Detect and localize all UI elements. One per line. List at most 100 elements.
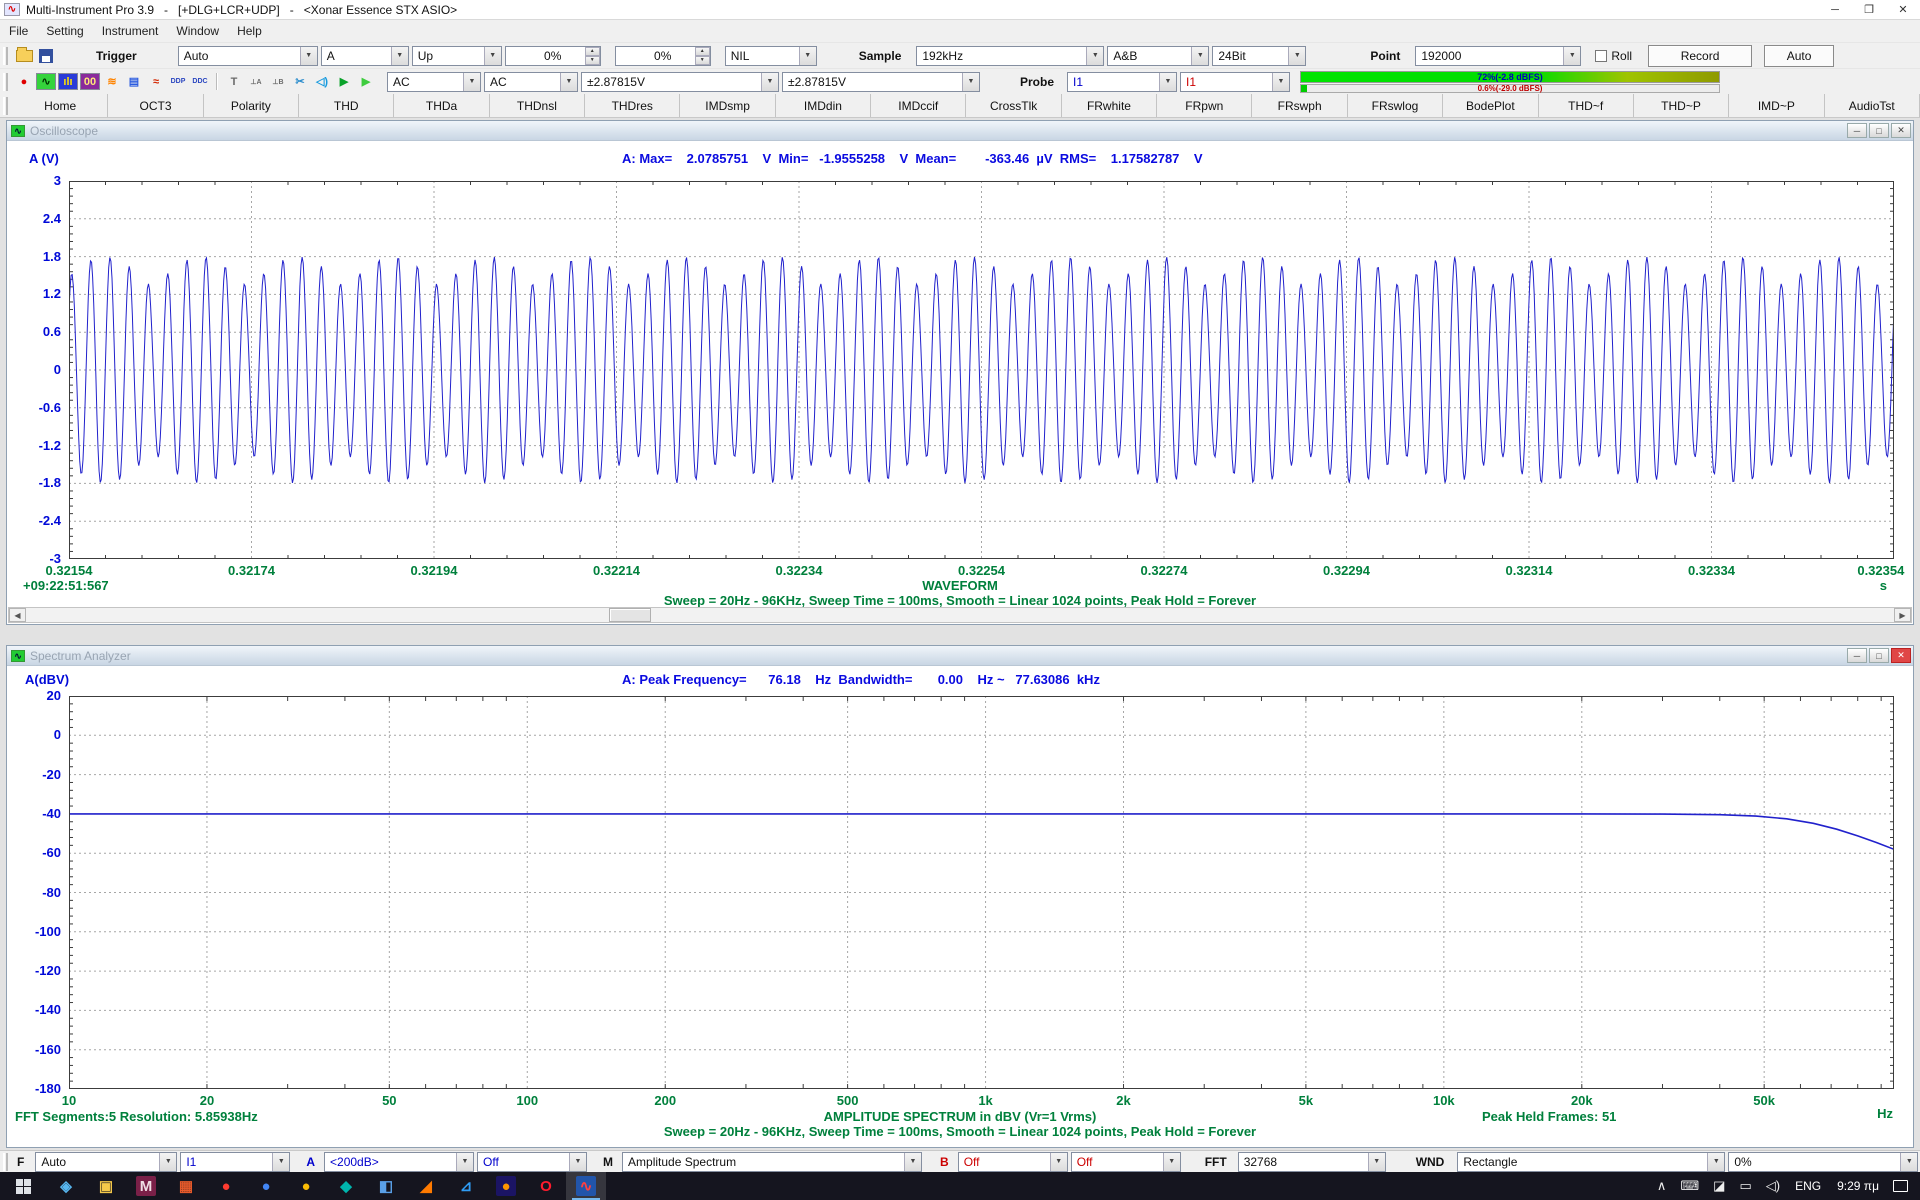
- tab-crosstlk[interactable]: CrossTlk: [966, 94, 1061, 117]
- oscilloscope-titlebar[interactable]: ∿ Oscilloscope ─ □ ✕: [7, 121, 1913, 141]
- pinned-app-icon-3[interactable]: M: [126, 1172, 166, 1200]
- scrollbar-thumb[interactable]: [609, 608, 651, 622]
- scroll-left-icon[interactable]: ◀: [9, 608, 26, 622]
- app-close-button[interactable]: ✕: [1886, 0, 1920, 19]
- trigger-mode-select[interactable]: Auto▼: [178, 46, 318, 66]
- menu-instrument[interactable]: Instrument: [93, 20, 168, 42]
- range-b-select[interactable]: ±2.87815V▼: [782, 72, 980, 92]
- auto-scale-button[interactable]: Auto: [1764, 45, 1834, 67]
- dropdown-arrow-icon[interactable]: ▼: [391, 47, 408, 65]
- spectrum-3d-plot-icon[interactable]: ▤: [124, 73, 144, 90]
- scroll-right-icon[interactable]: ▶: [1894, 608, 1911, 622]
- range-a-select[interactable]: ±2.87815V▼: [581, 72, 779, 92]
- oscilloscope-minimize-button[interactable]: ─: [1847, 123, 1867, 138]
- dropdown-arrow-icon[interactable]: ▼: [1707, 1153, 1724, 1171]
- trigger-source-select[interactable]: A▼: [321, 46, 409, 66]
- fft-size-select[interactable]: 32768▼: [1238, 1152, 1386, 1172]
- app-minimize-button[interactable]: ─: [1818, 0, 1852, 19]
- opera-icon[interactable]: O: [526, 1172, 566, 1200]
- tray-chevron-up-icon[interactable]: ∧: [1650, 1178, 1674, 1194]
- record-indicator-icon[interactable]: ●: [14, 73, 34, 90]
- multi-instrument-taskbar-icon[interactable]: ∿: [566, 1172, 606, 1200]
- frequency-axis-select[interactable]: Auto▼: [35, 1152, 177, 1172]
- channel-a-range-select[interactable]: <200dB>▼: [324, 1152, 474, 1172]
- dropdown-arrow-icon[interactable]: ▼: [761, 73, 778, 91]
- tab-bodeplot[interactable]: BodePlot: [1443, 94, 1538, 117]
- dropdown-arrow-icon[interactable]: ▼: [1086, 47, 1103, 65]
- dropdown-arrow-icon[interactable]: ▼: [456, 1153, 473, 1171]
- dropdown-arrow-icon[interactable]: ▼: [1163, 1153, 1180, 1171]
- tab-thdres[interactable]: THDres: [585, 94, 680, 117]
- marker-b-icon[interactable]: ⊥B: [268, 73, 288, 90]
- tab-audiotst[interactable]: AudioTst: [1825, 94, 1920, 117]
- pinned-app-icon-9[interactable]: ◧: [366, 1172, 406, 1200]
- spectrum-analyzer-icon[interactable]: ılı: [58, 73, 78, 90]
- record-button[interactable]: Record: [1648, 45, 1752, 67]
- stepper-down-icon[interactable]: ▼: [695, 56, 710, 65]
- language-indicator[interactable]: ENG: [1787, 1179, 1829, 1193]
- trigger-delay-stepper[interactable]: 0%▲▼: [615, 46, 711, 66]
- vscode-icon[interactable]: ⊿: [446, 1172, 486, 1200]
- data-curve-icon[interactable]: ≈: [146, 73, 166, 90]
- stepper-down-icon[interactable]: ▼: [585, 56, 600, 65]
- open-file-icon[interactable]: [16, 50, 33, 62]
- tab-imdccif[interactable]: IMDccif: [871, 94, 966, 117]
- oscilloscope-close-button[interactable]: ✕: [1891, 123, 1911, 138]
- probe-select[interactable]: I1▼: [180, 1152, 290, 1172]
- roll-checkbox-box[interactable]: [1595, 50, 1607, 62]
- pinned-app-icon-6[interactable]: ●: [246, 1172, 286, 1200]
- multimeter-icon[interactable]: 00: [80, 73, 100, 90]
- toolbar-grip[interactable]: [3, 97, 8, 115]
- run-icon[interactable]: ▶: [356, 73, 376, 90]
- stepper-up-icon[interactable]: ▲: [585, 47, 600, 56]
- dropdown-arrow-icon[interactable]: ▼: [1272, 73, 1289, 91]
- dropdown-arrow-icon[interactable]: ▼: [799, 47, 816, 65]
- dropdown-arrow-icon[interactable]: ▼: [904, 1153, 921, 1171]
- channel-a-extra-select[interactable]: Off▼: [477, 1152, 587, 1172]
- trigger-hpf-select[interactable]: NIL▼: [725, 46, 817, 66]
- tab-imddin[interactable]: IMDdin: [776, 94, 871, 117]
- clock[interactable]: 9:29 πμ: [1829, 1179, 1887, 1193]
- tab-imdsmp[interactable]: IMDsmp: [680, 94, 775, 117]
- spectrum-plot-area[interactable]: [69, 696, 1894, 1089]
- spectrum-maximize-button[interactable]: □: [1869, 648, 1889, 663]
- toolbar-grip[interactable]: [3, 47, 8, 65]
- ddp-viewer-icon[interactable]: DDP: [168, 73, 188, 90]
- dropdown-arrow-icon[interactable]: ▼: [300, 47, 317, 65]
- dropdown-arrow-icon[interactable]: ▼: [560, 73, 577, 91]
- analysis-mode-select[interactable]: Amplitude Spectrum▼: [622, 1152, 922, 1172]
- dropdown-arrow-icon[interactable]: ▼: [272, 1153, 289, 1171]
- tab-thdf[interactable]: THD~f: [1539, 94, 1634, 117]
- dropdown-arrow-icon[interactable]: ▼: [1563, 47, 1580, 65]
- dropdown-arrow-icon[interactable]: ▼: [962, 73, 979, 91]
- tray-network-icon[interactable]: ▭: [1732, 1178, 1758, 1194]
- record-length-select[interactable]: 192000▼: [1415, 46, 1581, 66]
- tray-graphics-icon[interactable]: ◪: [1706, 1178, 1732, 1194]
- start-button[interactable]: [0, 1172, 46, 1200]
- tab-oct3[interactable]: OCT3: [108, 94, 203, 117]
- dropdown-arrow-icon[interactable]: ▼: [463, 73, 480, 91]
- menu-setting[interactable]: Setting: [37, 20, 92, 42]
- menu-file[interactable]: File: [0, 20, 37, 42]
- window-function-select[interactable]: Rectangle▼: [1457, 1152, 1725, 1172]
- sampling-bits-select[interactable]: 24Bit▼: [1212, 46, 1306, 66]
- tray-touch-keyboard-icon[interactable]: ⌨: [1673, 1178, 1706, 1194]
- tab-imdp[interactable]: IMD~P: [1729, 94, 1824, 117]
- overlap-select[interactable]: 0%▼: [1728, 1152, 1918, 1172]
- pinned-app-icon-10[interactable]: ◢: [406, 1172, 446, 1200]
- dropdown-arrow-icon[interactable]: ▼: [569, 1153, 586, 1171]
- oscilloscope-hscrollbar[interactable]: ◀ ▶: [8, 607, 1912, 623]
- dropdown-arrow-icon[interactable]: ▼: [1159, 73, 1176, 91]
- tab-frpwn[interactable]: FRpwn: [1157, 94, 1252, 117]
- spectrum-minimize-button[interactable]: ─: [1847, 648, 1867, 663]
- action-center-icon[interactable]: [1893, 1180, 1908, 1192]
- tab-frwhite[interactable]: FRwhite: [1062, 94, 1157, 117]
- play-icon[interactable]: ▶: [334, 73, 354, 90]
- tab-polarity[interactable]: Polarity: [204, 94, 299, 117]
- file-explorer-icon[interactable]: ▣: [86, 1172, 126, 1200]
- sampling-rate-select[interactable]: 192kHz▼: [916, 46, 1104, 66]
- tab-frswph[interactable]: FRswph: [1252, 94, 1347, 117]
- tab-home[interactable]: Home: [13, 94, 108, 117]
- coupling-a-select[interactable]: AC▼: [387, 72, 481, 92]
- probe-a-select[interactable]: I1▼: [1067, 72, 1177, 92]
